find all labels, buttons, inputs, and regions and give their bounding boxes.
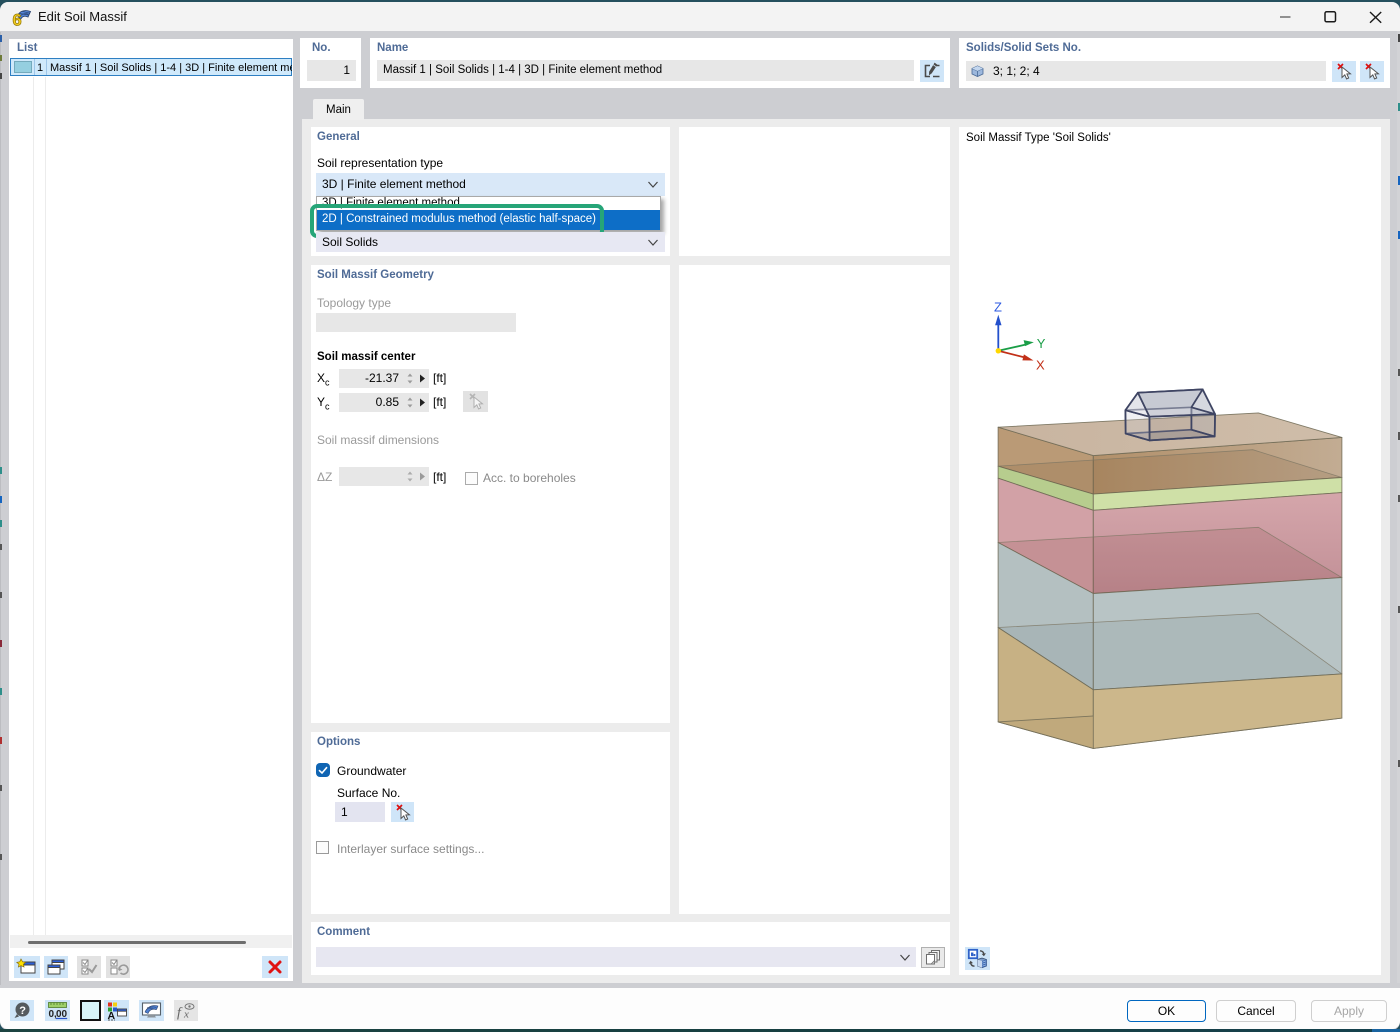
svg-text:A: A [108,1010,116,1021]
svg-text:x: x [183,1009,189,1021]
svg-text:?: ? [19,1005,26,1017]
svg-text:Z: Z [994,300,1002,315]
svg-text:6: 6 [13,12,22,28]
svg-text:f: f [177,1006,183,1021]
svg-text:Y: Y [1037,336,1046,351]
svg-text:X: X [1036,358,1045,373]
